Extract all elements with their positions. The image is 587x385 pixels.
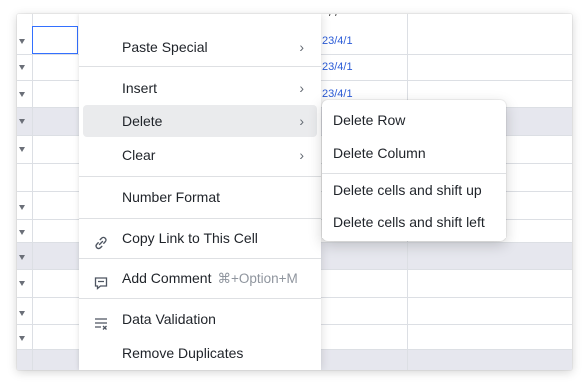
menu-item-label: Copy Link to This Cell <box>122 230 258 246</box>
keyboard-shortcut: ⌘+Option+M <box>217 271 298 286</box>
menu-item-label: Add Comment <box>122 270 212 286</box>
submenu-item-label: Delete Column <box>333 145 426 161</box>
submenu-item-delete-row[interactable]: Delete Row <box>322 104 506 136</box>
dropdown-arrow-icon[interactable] <box>19 39 25 44</box>
dropdown-arrow-icon[interactable] <box>19 65 25 70</box>
chevron-right-icon: › <box>299 147 304 163</box>
menu-item-label: Data Validation <box>122 311 216 327</box>
submenu-item-label: Delete cells and shift up <box>333 182 482 198</box>
dropdown-arrow-icon[interactable] <box>19 336 25 341</box>
dropdown-arrow-icon[interactable] <box>19 205 25 210</box>
date-cell[interactable]: 23/4/1 <box>322 88 353 100</box>
dropdown-arrow-icon[interactable] <box>19 92 25 97</box>
menu-item-copy-link[interactable]: Copy Link to This Cell <box>83 222 317 254</box>
delete-submenu: Delete Row Delete Column Delete cells an… <box>322 100 506 241</box>
dropdown-arrow-icon[interactable] <box>19 147 25 152</box>
menu-item-label: Delete <box>122 113 163 129</box>
date-cell[interactable]: 23/4/1 <box>322 35 353 47</box>
selected-cell[interactable] <box>32 26 78 54</box>
screenshot-frame: / / 23/4/1 23/4/1 23/4/1 Paste Special ›… <box>17 14 572 370</box>
menu-item-label: Number Format <box>122 189 221 205</box>
dropdown-arrow-icon[interactable] <box>19 119 25 124</box>
menu-item-label: Insert <box>122 80 158 96</box>
menu-item-data-validation[interactable]: Data Validation <box>83 303 317 335</box>
chevron-right-icon: › <box>299 113 304 129</box>
submenu-item-label: Delete cells and shift left <box>333 214 485 230</box>
data-validation-icon <box>93 311 109 330</box>
dropdown-arrow-icon[interactable] <box>19 281 25 286</box>
menu-divider <box>79 176 321 177</box>
dropdown-arrow-icon[interactable] <box>19 255 25 260</box>
link-icon <box>93 230 109 250</box>
comment-icon <box>93 270 109 290</box>
menu-item-remove-duplicates[interactable]: Remove Duplicates <box>83 337 317 369</box>
submenu-item-delete-column[interactable]: Delete Column <box>322 137 506 169</box>
date-cell[interactable]: 23/4/1 <box>322 61 353 73</box>
chevron-right-icon: › <box>299 80 304 96</box>
dropdown-arrow-icon[interactable] <box>19 230 25 235</box>
column-divider <box>32 14 33 370</box>
menu-item-clear[interactable]: Clear › <box>83 139 317 171</box>
menu-divider <box>79 66 321 67</box>
submenu-item-delete-shift-up[interactable]: Delete cells and shift up <box>322 174 506 206</box>
menu-item-add-comment[interactable]: Add Comment ⌘+Option+M <box>83 262 317 294</box>
menu-item-number-format[interactable]: Number Format <box>83 181 317 213</box>
dropdown-arrow-icon[interactable] <box>19 311 25 316</box>
menu-divider <box>79 218 321 219</box>
submenu-item-label: Delete Row <box>333 112 406 128</box>
context-menu: Paste Special › Insert › Delete › Clear … <box>79 14 321 370</box>
menu-divider <box>79 298 321 299</box>
menu-item-label: Clear <box>122 147 156 163</box>
menu-divider <box>79 258 321 259</box>
menu-item-label: Paste Special <box>122 39 208 55</box>
submenu-item-delete-shift-left[interactable]: Delete cells and shift left <box>322 206 506 238</box>
cell-fragment: / / <box>329 14 338 19</box>
menu-item-delete[interactable]: Delete › <box>83 105 317 137</box>
menu-item-label: Remove Duplicates <box>122 345 244 361</box>
menu-item-paste-special[interactable]: Paste Special › <box>83 31 317 63</box>
menu-item-insert[interactable]: Insert › <box>83 72 317 104</box>
chevron-right-icon: › <box>299 39 304 55</box>
